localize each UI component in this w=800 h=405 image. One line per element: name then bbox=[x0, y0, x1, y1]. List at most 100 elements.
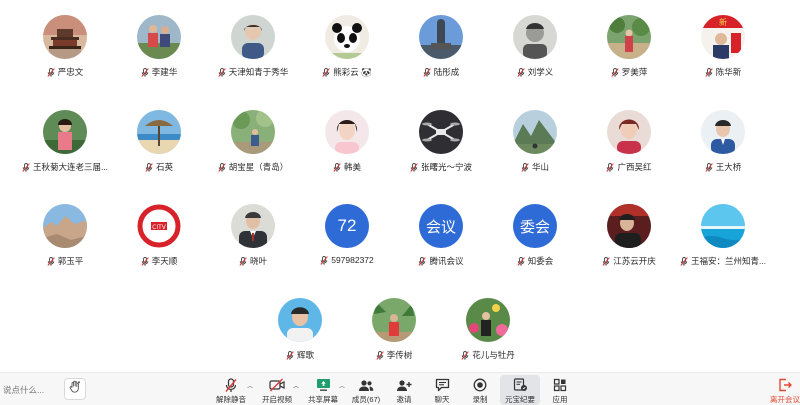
participant-tile[interactable]: 熊彩云 🐼 bbox=[300, 15, 394, 93]
participant-name: 江苏云开庆 bbox=[613, 256, 656, 266]
mic-muted-icon bbox=[376, 350, 384, 360]
participant-tile[interactable]: 刘学义 bbox=[488, 15, 582, 93]
leave-label: 离开会议 bbox=[770, 395, 800, 404]
mic-muted-icon bbox=[239, 256, 247, 266]
mic-muted-icon bbox=[333, 162, 341, 172]
avatar-initials: 72 bbox=[337, 216, 357, 235]
avatar bbox=[137, 110, 181, 154]
participant-tile[interactable]: 郭玉平 bbox=[18, 204, 112, 282]
participant-tile[interactable]: 晓叶 bbox=[206, 204, 300, 282]
mic-muted-icon bbox=[410, 162, 418, 172]
avatar bbox=[701, 204, 745, 248]
mic-muted-icon bbox=[418, 256, 427, 266]
add-user-icon bbox=[396, 377, 412, 393]
participant-tile[interactable]: 严忠文 bbox=[18, 15, 112, 93]
participant-name-line: 花儿与牡丹 bbox=[421, 349, 555, 361]
mic-muted-icon bbox=[141, 67, 149, 77]
share-options-caret[interactable]: ︿ bbox=[339, 381, 345, 390]
participant-name: 晓叶 bbox=[249, 256, 267, 266]
unmute-label: 解除静音 bbox=[216, 395, 246, 404]
participant-tile[interactable]: 委会 知委会 bbox=[488, 204, 582, 282]
participant-name: 花儿与牡丹 bbox=[472, 350, 515, 360]
participant-tile[interactable]: 华山 bbox=[488, 110, 582, 188]
participant-row: 严忠文 李建华 天津知青于秀华熊彩云 🐼 陆彤成 刘学义 罗美萍 新陈华新 bbox=[0, 15, 800, 95]
avatar bbox=[43, 15, 87, 59]
record-button[interactable]: 录制 bbox=[460, 375, 500, 405]
participant-tile[interactable]: 花儿与牡丹 bbox=[441, 298, 535, 376]
chat-input[interactable] bbox=[3, 379, 57, 400]
audio-options-caret[interactable]: ︿ bbox=[247, 381, 253, 390]
avatar: 委会 bbox=[513, 204, 557, 248]
mic-muted-icon bbox=[141, 256, 149, 266]
avatar-initials: 会议 bbox=[425, 218, 456, 236]
avatar bbox=[372, 298, 416, 342]
participant-tile[interactable]: 李建华 bbox=[112, 15, 206, 93]
participant-tile[interactable]: CITV 李天顺 bbox=[112, 204, 206, 282]
participant-tile[interactable]: 张曙光～宁波 bbox=[394, 110, 488, 188]
participant-tile[interactable]: 72 597982372 bbox=[300, 204, 394, 282]
invite-label: 邀请 bbox=[396, 395, 412, 404]
share-screen-button[interactable]: 共享屏幕 bbox=[303, 375, 343, 405]
record-label: 录制 bbox=[472, 395, 488, 404]
participant-tile[interactable]: 新陈华新 bbox=[676, 15, 770, 93]
participant-name-line: 王大桥 bbox=[656, 161, 790, 173]
participant-tile[interactable]: 会议 腾讯会议 bbox=[394, 204, 488, 282]
participant-tile[interactable]: 李传树 bbox=[347, 298, 441, 376]
share-screen-icon bbox=[315, 377, 331, 393]
participant-tile[interactable]: 石英 bbox=[112, 110, 206, 188]
participant-tile[interactable]: 韩美 bbox=[300, 110, 394, 188]
leave-meeting-button[interactable]: 离开会议 bbox=[765, 375, 800, 405]
mic-muted-icon bbox=[22, 162, 30, 172]
apps-icon bbox=[552, 377, 568, 393]
mic-muted-icon bbox=[218, 162, 226, 172]
invite-button[interactable]: 邀请 bbox=[384, 375, 424, 405]
mic-muted-icon bbox=[320, 255, 329, 265]
mic-muted-icon bbox=[611, 67, 619, 77]
mic-muted-icon bbox=[286, 350, 294, 360]
avatar bbox=[137, 15, 181, 59]
participant-name: 陈华新 bbox=[715, 67, 742, 77]
apps-button[interactable]: 应用 bbox=[540, 375, 580, 405]
avatar bbox=[419, 15, 463, 59]
participant-tile[interactable]: 江苏云开庆 bbox=[582, 204, 676, 282]
participant-tile[interactable]: 广西吴红 bbox=[582, 110, 676, 188]
raise-hand-button[interactable] bbox=[64, 378, 86, 400]
avatar bbox=[325, 15, 369, 59]
video-options-caret[interactable]: ︿ bbox=[293, 381, 299, 390]
participant-name: 熊彩云 🐼 bbox=[333, 67, 372, 77]
members-icon bbox=[358, 377, 374, 393]
participant-name-line: 王福安：兰州知青... bbox=[656, 255, 790, 267]
participant-name: 严忠文 bbox=[57, 67, 84, 77]
participant-tile[interactable]: 天津知青于秀华 bbox=[206, 15, 300, 93]
participant-name: 张曙光～宁波 bbox=[420, 162, 472, 172]
participant-tile[interactable]: 陆彤成 bbox=[394, 15, 488, 93]
chat-label: 聊天 bbox=[434, 395, 450, 404]
avatar bbox=[419, 110, 463, 154]
mic-muted-icon bbox=[223, 377, 239, 393]
record-icon bbox=[472, 377, 488, 393]
svg-text:CITV: CITV bbox=[152, 224, 167, 231]
participant-name: 李建华 bbox=[151, 67, 178, 77]
avatar-initials: 委会 bbox=[519, 218, 550, 236]
participant-tile[interactable]: 王福安：兰州知青... bbox=[676, 204, 770, 282]
participant-name: 华山 bbox=[531, 162, 549, 172]
participant-tile[interactable]: 胡宝星（青岛） bbox=[206, 110, 300, 188]
participant-tile[interactable]: 王大桥 bbox=[676, 110, 770, 188]
participant-name: 597982372 bbox=[331, 255, 374, 265]
mic-muted-icon bbox=[47, 256, 55, 266]
minutes-button[interactable]: 元宝纪要 bbox=[500, 375, 540, 405]
members-button[interactable]: 成员(67) bbox=[346, 375, 386, 405]
participant-tile[interactable]: 罗美萍 bbox=[582, 15, 676, 93]
mic-muted-icon bbox=[461, 350, 470, 360]
participant-name: 刘学义 bbox=[527, 67, 554, 77]
mic-muted-icon bbox=[423, 67, 431, 77]
unmute-button[interactable]: 解除静音 bbox=[211, 375, 251, 405]
participant-tile[interactable]: 王秋菊大连老三届... bbox=[18, 110, 112, 188]
avatar bbox=[466, 298, 510, 342]
svg-text:新: 新 bbox=[719, 17, 727, 27]
start-video-button[interactable]: 开启视频 bbox=[257, 375, 297, 405]
chat-button[interactable]: 聊天 bbox=[422, 375, 462, 405]
participant-row: 郭玉平 CITV 李天顺 晓叶 72 597982372 会议 腾讯会议 委会 知委会 江苏云开庆王… bbox=[0, 204, 800, 284]
participant-tile[interactable]: 辉歌 bbox=[253, 298, 347, 376]
participant-name: 罗美萍 bbox=[621, 67, 648, 77]
